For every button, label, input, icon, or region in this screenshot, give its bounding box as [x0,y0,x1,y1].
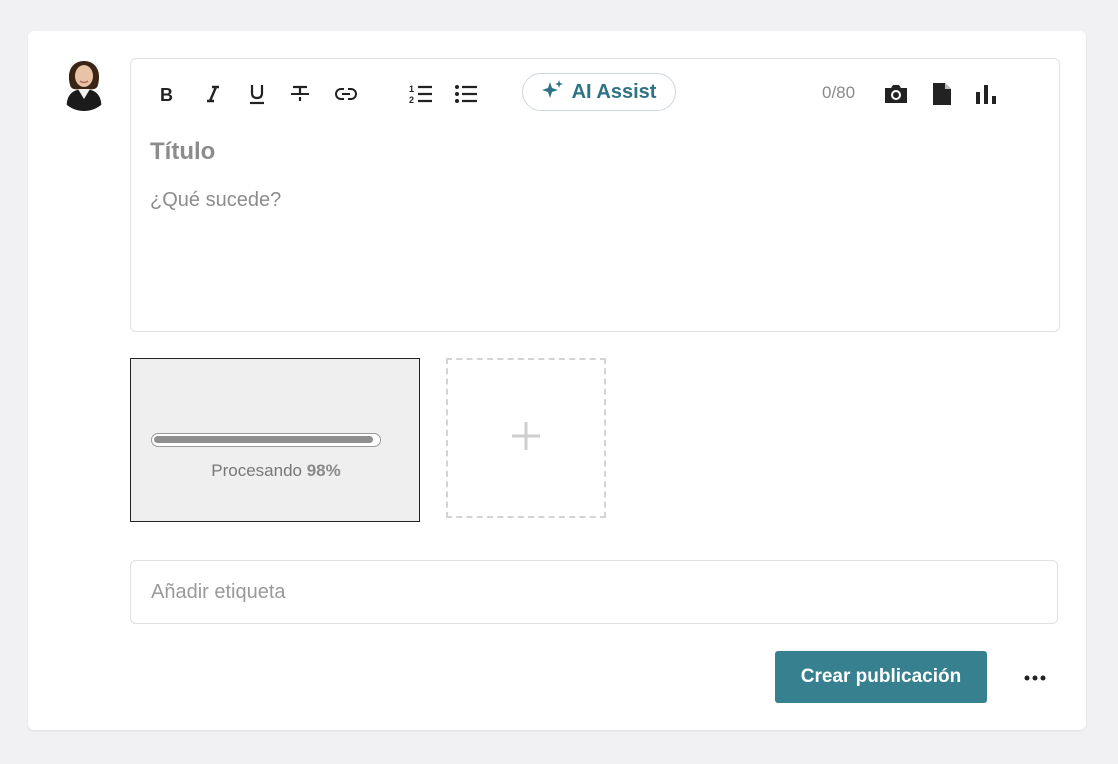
camera-icon[interactable] [882,80,910,108]
bulleted-list-icon[interactable] [453,80,479,108]
upload-status: Procesando 98% [131,461,421,481]
svg-text:1: 1 [409,84,414,94]
bold-icon[interactable]: B [156,80,178,108]
upload-progress-fill [154,436,373,443]
ellipsis-icon [1024,668,1046,686]
poll-chart-icon[interactable] [974,80,1000,108]
more-options-button[interactable] [1018,664,1052,690]
upload-status-label: Procesando [211,461,302,480]
title-input[interactable]: Título [150,138,215,166]
sparkle-icon [541,79,564,105]
upload-progress-bar [151,433,381,447]
user-avatar[interactable] [57,57,111,111]
upload-percent: 98% [306,461,341,480]
add-media-button[interactable] [446,358,606,518]
svg-text:B: B [160,85,173,103]
body-input[interactable]: ¿Qué sucede? [150,189,281,212]
plus-icon [510,420,542,457]
svg-text:2: 2 [409,95,414,105]
create-post-button[interactable]: Crear publicación [775,651,987,703]
strikethrough-icon[interactable] [289,80,311,108]
underline-icon[interactable] [246,80,268,108]
ai-assist-button[interactable]: AI Assist [522,73,676,111]
tag-input[interactable]: Añadir etiqueta [130,560,1058,624]
document-icon[interactable] [931,80,953,108]
character-counter: 0/80 [822,83,856,102]
link-icon[interactable] [334,80,358,108]
uploading-media-thumbnail[interactable]: Procesando 98% [130,358,420,522]
numbered-list-icon[interactable]: 12 [408,80,434,108]
italic-icon[interactable] [202,80,224,108]
ai-assist-label: AI Assist [571,80,657,103]
